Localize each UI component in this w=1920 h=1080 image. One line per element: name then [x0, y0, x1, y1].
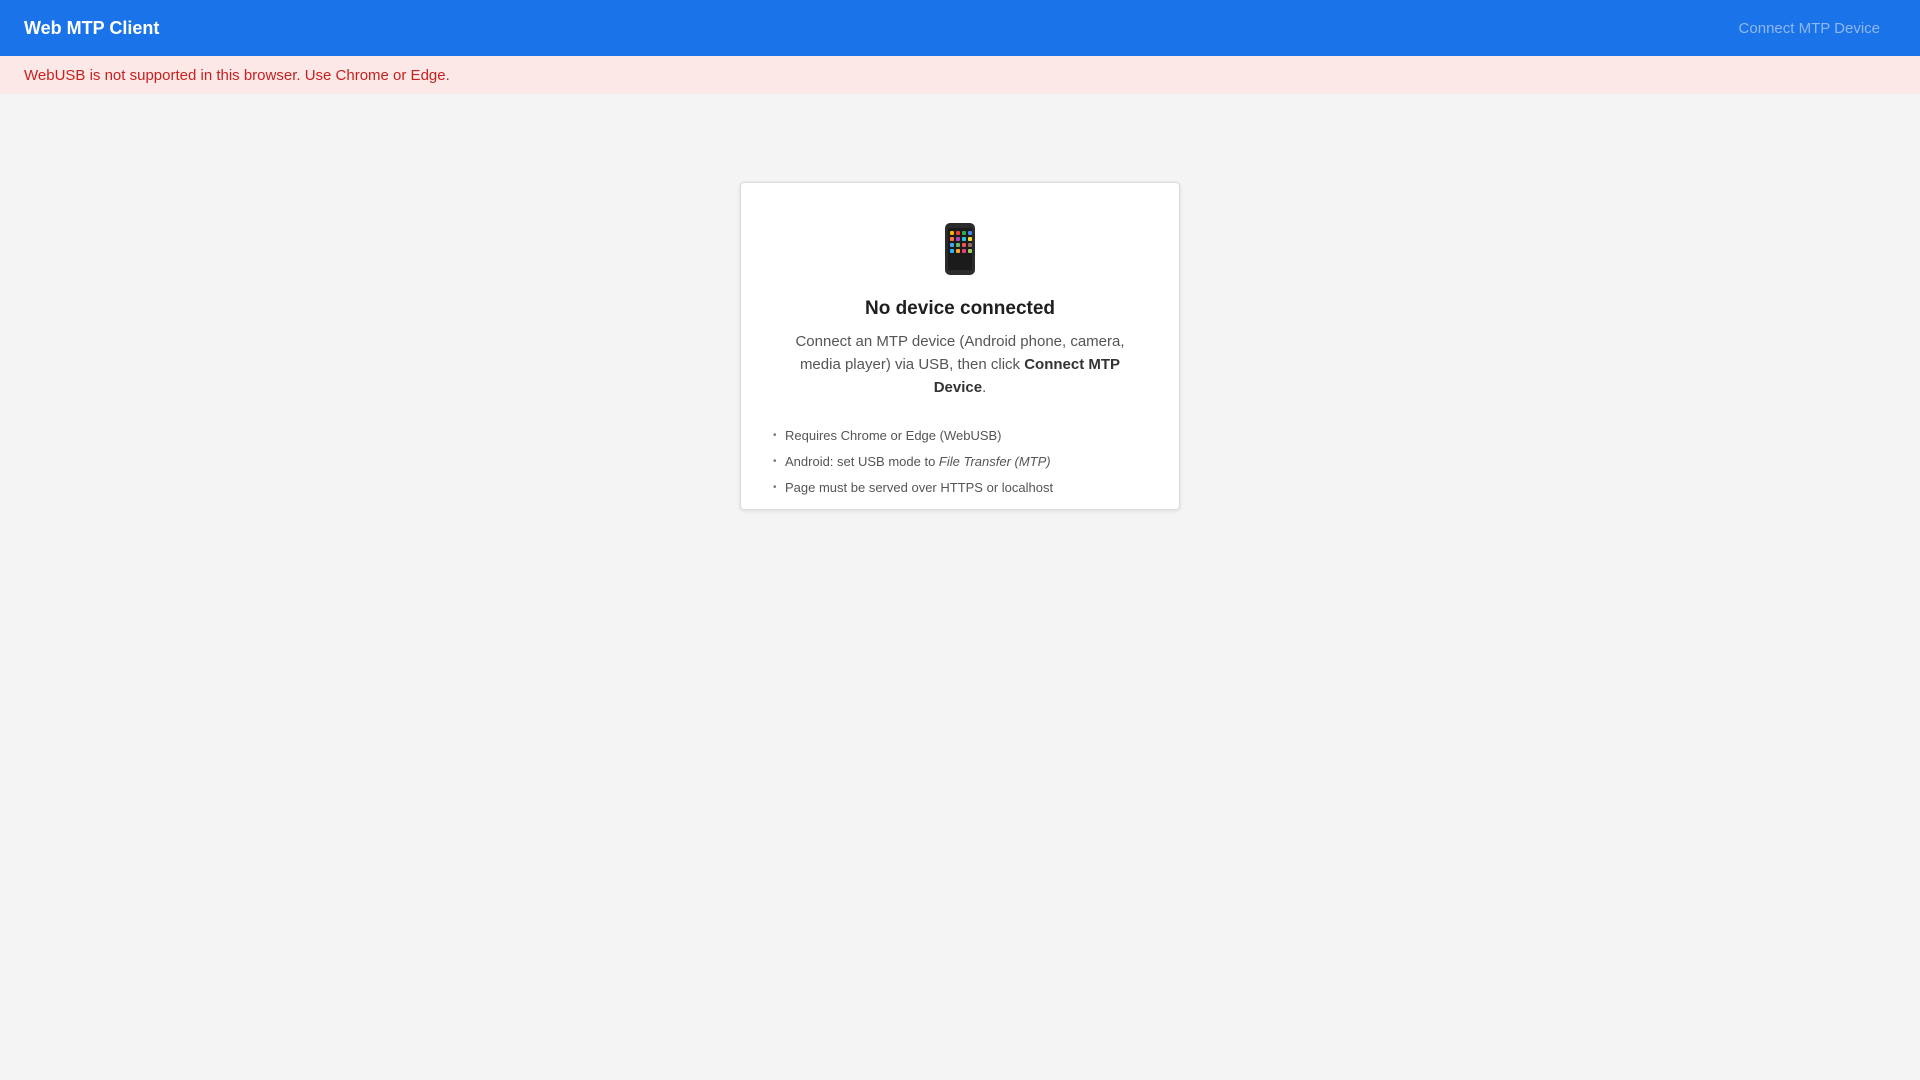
empty-state-heading: No device connected	[864, 298, 1056, 319]
mobile-phone-icon	[945, 223, 975, 275]
empty-state-description: Connect an MTP device (Android phone, ca…	[773, 330, 1147, 399]
connect-mtp-device-button[interactable]: Connect MTP Device	[1723, 12, 1896, 45]
requirements-list: Requires Chrome or Edge (WebUSB) Android…	[773, 423, 1147, 501]
error-banner: WebUSB is not supported in this browser.…	[0, 56, 1920, 94]
requirement-item: Requires Chrome or Edge (WebUSB)	[773, 423, 1147, 449]
usb-mode-emphasis: File Transfer (MTP)	[938, 454, 1051, 469]
requirement-item: Android: set USB mode to File Transfer (…	[773, 449, 1147, 475]
app-header: Web MTP Client Connect MTP Device	[0, 0, 1920, 56]
error-message: WebUSB is not supported in this browser.…	[24, 66, 450, 84]
description-suffix: .	[982, 379, 987, 396]
app-title: Web MTP Client	[24, 17, 160, 38]
requirement-item: Page must be served over HTTPS or localh…	[773, 475, 1147, 501]
empty-state-card: No device connected Connect an MTP devic…	[740, 182, 1180, 510]
